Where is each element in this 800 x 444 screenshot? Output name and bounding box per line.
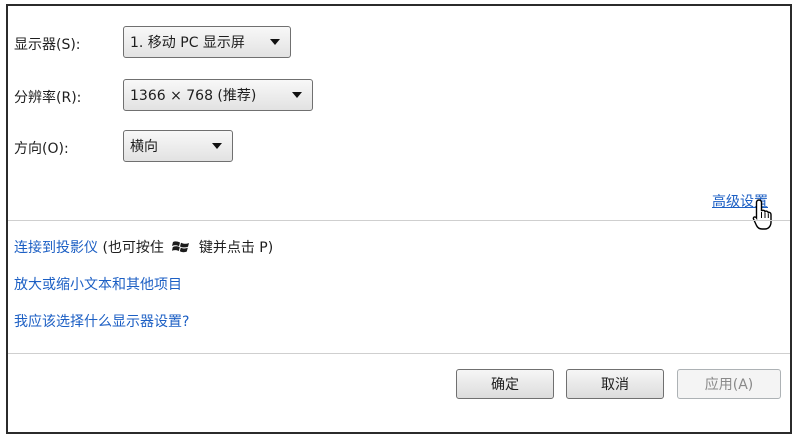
ok-button[interactable]: 确定	[456, 369, 554, 399]
display-select-value: 1. 移动 PC 显示屏	[130, 35, 245, 51]
footer-divider	[8, 353, 790, 354]
resolution-select[interactable]: 1366 × 768 (推荐)	[123, 79, 313, 111]
cancel-button[interactable]: 取消	[566, 369, 664, 399]
zoom-text-link[interactable]: 放大或缩小文本和其他项目	[14, 274, 182, 294]
display-help-link[interactable]: 我应该选择什么显示器设置?	[14, 311, 189, 331]
display-settings-panel: 显示器(S): 1. 移动 PC 显示屏 分辨率(R): 1366 × 768 …	[6, 4, 792, 434]
display-label: 显示器(S):	[14, 37, 81, 53]
orientation-label: 方向(O):	[14, 141, 69, 157]
projector-line: 连接到投影仪 (也可按住 键并点击 P)	[14, 237, 273, 257]
resolution-select-value: 1366 × 768 (推荐)	[130, 88, 257, 104]
chevron-down-icon	[270, 39, 280, 45]
display-select[interactable]: 1. 移动 PC 显示屏	[123, 26, 291, 58]
connect-projector-link[interactable]: 连接到投影仪	[14, 240, 98, 256]
projector-hint-suffix: 键并点击 P)	[194, 240, 274, 256]
resolution-label: 分辨率(R):	[14, 90, 82, 106]
windows-logo-icon	[172, 241, 190, 253]
projector-hint-prefix: (也可按住	[98, 240, 169, 256]
section-divider	[8, 220, 790, 221]
apply-button[interactable]: 应用(A)	[677, 369, 781, 399]
hand-pointer-icon	[752, 199, 772, 230]
orientation-select[interactable]: 横向	[123, 130, 233, 162]
orientation-select-value: 横向	[130, 139, 158, 155]
chevron-down-icon	[212, 143, 222, 149]
chevron-down-icon	[292, 92, 302, 98]
